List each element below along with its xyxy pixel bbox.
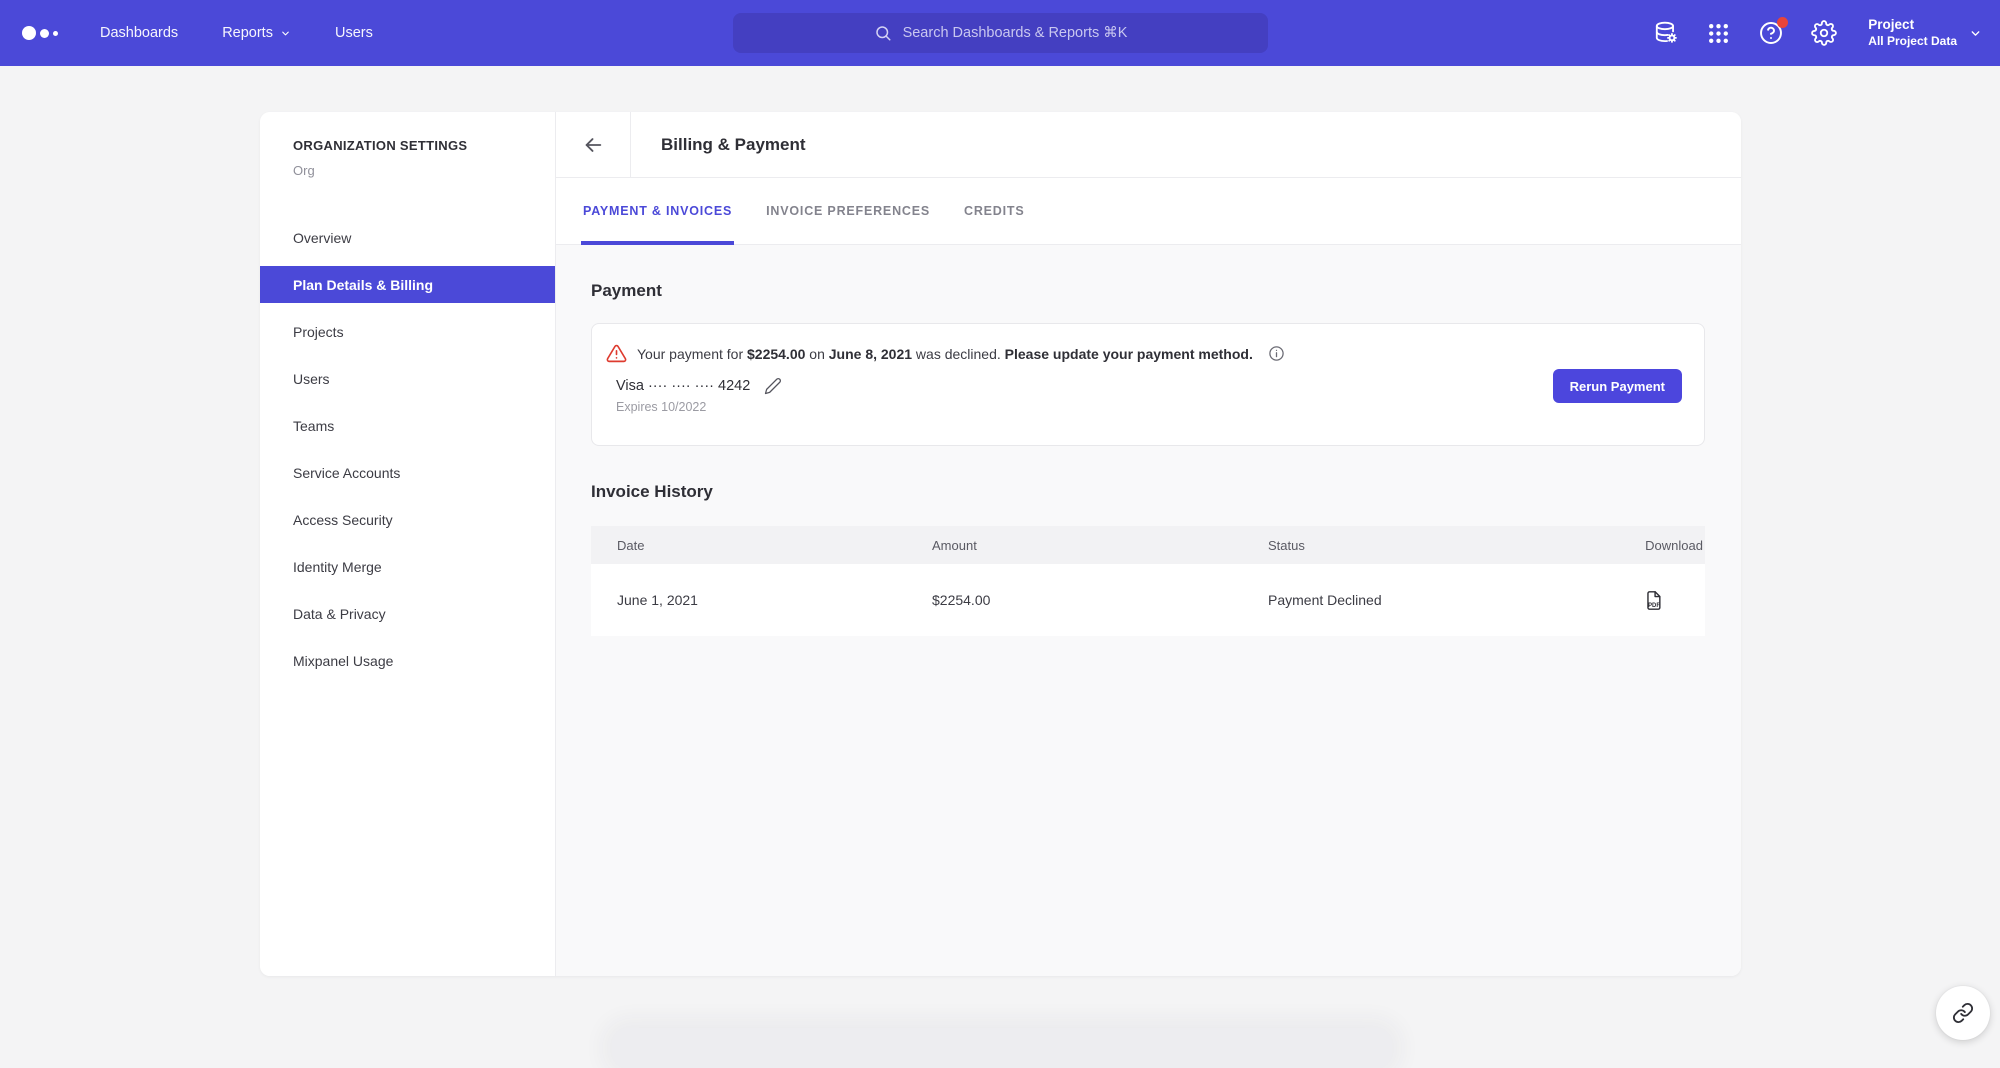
nav-item-dashboards[interactable]: Dashboards: [100, 25, 178, 41]
copy-link-button[interactable]: [1936, 986, 1990, 1040]
nav-item-label: Users: [335, 25, 373, 41]
chevron-down-icon: [280, 28, 291, 39]
notification-badge: [1777, 17, 1788, 28]
nav-item-reports[interactable]: Reports: [222, 25, 291, 41]
sidebar-item-access-security[interactable]: Access Security: [260, 496, 555, 543]
tab-invoice-preferences[interactable]: INVOICE PREFERENCES: [764, 178, 932, 244]
column-header-status: Status: [1268, 538, 1587, 553]
mixpanel-logo[interactable]: [22, 26, 58, 40]
sidebar-item-teams[interactable]: Teams: [260, 402, 555, 449]
search-icon: [874, 24, 892, 42]
nav-item-label: Dashboards: [100, 25, 178, 41]
search-placeholder: Search Dashboards & Reports ⌘K: [903, 25, 1128, 41]
alert-date: June 8, 2021: [829, 346, 912, 362]
page-header: Billing & Payment: [556, 112, 1741, 178]
settings-panel: ORGANIZATION SETTINGS Org Overview Plan …: [260, 112, 1741, 976]
column-header-amount: Amount: [932, 538, 1268, 553]
payment-method-row: Visa ···· ···· ···· 4242: [616, 377, 1682, 395]
org-settings-sidebar: ORGANIZATION SETTINGS Org Overview Plan …: [260, 112, 556, 976]
logo-dot-large: [22, 26, 36, 40]
sidebar-item-mixpanel-usage[interactable]: Mixpanel Usage: [260, 637, 555, 684]
help-icon[interactable]: [1758, 20, 1784, 46]
sidebar-title: ORGANIZATION SETTINGS: [293, 138, 555, 153]
card-expiry: Expires 10/2022: [616, 400, 1682, 414]
info-icon[interactable]: [1268, 345, 1285, 362]
logo-dot-small: [53, 31, 58, 36]
alert-action: Please update your payment method.: [1005, 346, 1253, 362]
payment-section-title: Payment: [591, 245, 1705, 301]
link-icon: [1952, 1002, 1974, 1024]
nav-right-cluster: Project All Project Data: [1653, 0, 1982, 66]
invoice-table: Date Amount Status Download June 1, 2021…: [591, 526, 1705, 636]
download-pdf-icon[interactable]: PDF: [1644, 590, 1663, 611]
sidebar-item-users[interactable]: Users: [260, 355, 555, 402]
top-nav: Dashboards Reports Users Search Dashboar…: [0, 0, 2000, 66]
invoice-status: Payment Declined: [1268, 592, 1587, 608]
tab-content: Payment Your payment for $2254.00 on Jun…: [556, 245, 1741, 976]
payment-declined-alert: Your payment for $2254.00 on June 8, 202…: [606, 343, 1682, 364]
sidebar-menu: Overview Plan Details & Billing Projects…: [260, 214, 555, 684]
settings-gear-icon[interactable]: [1811, 20, 1837, 46]
alert-amount: $2254.00: [747, 346, 805, 362]
billing-content: Billing & Payment PAYMENT & INVOICES INV…: [556, 112, 1741, 976]
alert-text: Your payment for $2254.00 on June 8, 202…: [637, 346, 1253, 362]
card-number-masked: Visa ···· ···· ···· 4242: [616, 378, 750, 394]
sidebar-item-data-privacy[interactable]: Data & Privacy: [260, 590, 555, 637]
project-selector[interactable]: Project All Project Data: [1868, 17, 1982, 49]
alert-triangle-icon: [606, 343, 627, 364]
nav-item-users[interactable]: Users: [335, 25, 373, 41]
svg-text:PDF: PDF: [1648, 602, 1660, 608]
logo-dot-medium: [40, 29, 49, 38]
column-header-date: Date: [591, 538, 932, 553]
project-selector-text: Project All Project Data: [1868, 17, 1957, 49]
table-row: June 1, 2021 $2254.00 Payment Declined P…: [591, 564, 1705, 636]
nav-links: Dashboards Reports Users: [100, 25, 373, 41]
data-management-icon[interactable]: [1653, 20, 1679, 46]
page-title: Billing & Payment: [661, 135, 806, 155]
nav-item-label: Reports: [222, 25, 273, 41]
sidebar-item-identity-merge[interactable]: Identity Merge: [260, 543, 555, 590]
apps-grid-icon[interactable]: [1706, 21, 1731, 46]
invoice-table-header: Date Amount Status Download: [591, 526, 1705, 564]
invoice-history-title: Invoice History: [591, 482, 1705, 502]
tab-payment-invoices[interactable]: PAYMENT & INVOICES: [581, 178, 734, 244]
project-label: Project: [1868, 17, 1957, 34]
sidebar-item-service-accounts[interactable]: Service Accounts: [260, 449, 555, 496]
search-input[interactable]: Search Dashboards & Reports ⌘K: [733, 13, 1268, 53]
back-button[interactable]: [556, 112, 630, 177]
chevron-down-icon: [1969, 27, 1982, 40]
sidebar-item-projects[interactable]: Projects: [260, 308, 555, 355]
sidebar-item-plan-details-billing[interactable]: Plan Details & Billing: [260, 266, 555, 303]
invoice-amount: $2254.00: [932, 592, 1268, 608]
bottom-overlay-bar: [612, 1028, 1392, 1068]
rerun-payment-button[interactable]: Rerun Payment: [1553, 369, 1682, 403]
project-value: All Project Data: [1868, 34, 1957, 49]
sidebar-item-overview[interactable]: Overview: [260, 214, 555, 261]
billing-tabs: PAYMENT & INVOICES INVOICE PREFERENCES C…: [556, 178, 1741, 245]
edit-pencil-icon[interactable]: [764, 377, 782, 395]
arrow-left-icon: [582, 134, 604, 156]
column-header-download: Download: [1587, 538, 1705, 553]
tab-credits[interactable]: CREDITS: [962, 178, 1026, 244]
header-divider: [630, 112, 631, 177]
sidebar-org-name: Org: [293, 163, 555, 178]
payment-card: Your payment for $2254.00 on June 8, 202…: [591, 323, 1705, 446]
invoice-date: June 1, 2021: [591, 592, 932, 608]
